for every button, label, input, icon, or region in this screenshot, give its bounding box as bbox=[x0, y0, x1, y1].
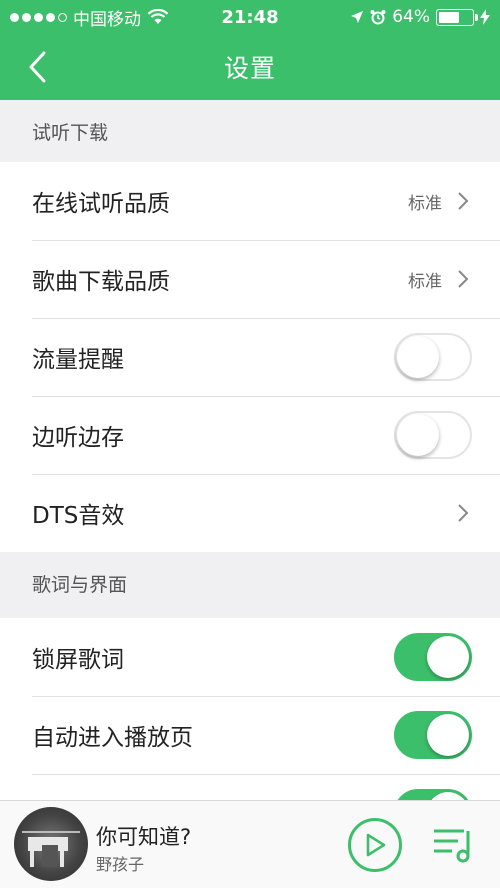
back-button[interactable] bbox=[22, 50, 56, 84]
setting-row-partial bbox=[0, 774, 500, 800]
location-icon bbox=[351, 11, 364, 23]
lockscreen-lyrics-toggle[interactable] bbox=[394, 633, 472, 681]
setting-row-download-quality[interactable]: 歌曲下载品质 标准 bbox=[0, 240, 500, 318]
setting-label: 歌曲下载品质 bbox=[32, 269, 170, 295]
playlist-icon bbox=[434, 829, 470, 863]
album-art-image bbox=[22, 831, 80, 867]
battery-icon bbox=[436, 8, 478, 26]
listen-save-toggle[interactable] bbox=[394, 411, 472, 459]
setting-label: 边听边存 bbox=[32, 425, 124, 451]
settings-group-trial-download: 在线试听品质 标准 歌曲下载品质 标准 流量提醒 边听边存 DTS音效 bbox=[0, 162, 500, 552]
setting-value: 标准 bbox=[408, 271, 442, 292]
chevron-right-icon bbox=[458, 270, 469, 288]
setting-row-online-quality[interactable]: 在线试听品质 标准 bbox=[0, 162, 500, 240]
setting-row-lockscreen-lyrics: 锁屏歌词 bbox=[0, 618, 500, 696]
section-header-lyrics-ui: 歌词与界面 bbox=[0, 552, 500, 614]
setting-label: 锁屏歌词 bbox=[32, 647, 124, 673]
nav-bar: 设置 bbox=[0, 34, 500, 100]
chevron-right-icon bbox=[458, 504, 469, 522]
setting-label: DTS音效 bbox=[32, 503, 125, 529]
page-title: 设置 bbox=[223, 54, 276, 83]
toggle-knob bbox=[397, 414, 439, 456]
settings-group-lyrics-ui: 锁屏歌词 自动进入播放页 bbox=[0, 618, 500, 800]
partial-row-toggle[interactable] bbox=[394, 789, 472, 800]
carrier-label: 中国移动 bbox=[73, 9, 141, 30]
wifi-icon bbox=[147, 9, 169, 24]
setting-row-dts[interactable]: DTS音效 bbox=[0, 474, 500, 552]
setting-row-auto-play-page: 自动进入播放页 bbox=[0, 696, 500, 774]
section-header-trial-download: 试听下载 bbox=[0, 100, 500, 162]
charging-icon bbox=[480, 9, 490, 25]
setting-label: 流量提醒 bbox=[32, 347, 124, 373]
setting-label: 自动进入播放页 bbox=[32, 725, 193, 751]
setting-row-listen-save: 边听边存 bbox=[0, 396, 500, 474]
alarm-icon bbox=[370, 10, 386, 25]
play-icon bbox=[366, 833, 386, 857]
status-time: 21:48 bbox=[221, 6, 279, 28]
signal-dots-icon bbox=[10, 12, 67, 22]
battery-fill bbox=[439, 11, 460, 23]
playlist-button[interactable] bbox=[430, 825, 480, 865]
toggle-knob bbox=[397, 336, 439, 378]
chevron-right-icon bbox=[458, 192, 469, 210]
battery-percent: 64% bbox=[392, 7, 430, 27]
song-artist: 野孩子 bbox=[96, 855, 145, 874]
play-button[interactable] bbox=[348, 818, 402, 872]
status-bar: 中国移动 21:48 64% bbox=[0, 0, 500, 34]
mini-player: 你可知道? 野孩子 bbox=[0, 800, 500, 888]
toggle-knob bbox=[427, 636, 469, 678]
toggle-knob bbox=[427, 714, 469, 756]
data-alert-toggle[interactable] bbox=[394, 333, 472, 381]
setting-label: 在线试听品质 bbox=[32, 191, 170, 217]
setting-value: 标准 bbox=[408, 193, 442, 214]
status-right: 64% bbox=[300, 7, 490, 27]
setting-row-data-alert: 流量提醒 bbox=[0, 318, 500, 396]
toggle-knob bbox=[427, 792, 469, 800]
song-title[interactable]: 你可知道? bbox=[96, 821, 191, 851]
auto-play-page-toggle[interactable] bbox=[394, 711, 472, 759]
back-chevron-icon bbox=[29, 51, 46, 83]
status-left: 中国移动 bbox=[10, 5, 200, 30]
album-art[interactable] bbox=[14, 807, 88, 881]
